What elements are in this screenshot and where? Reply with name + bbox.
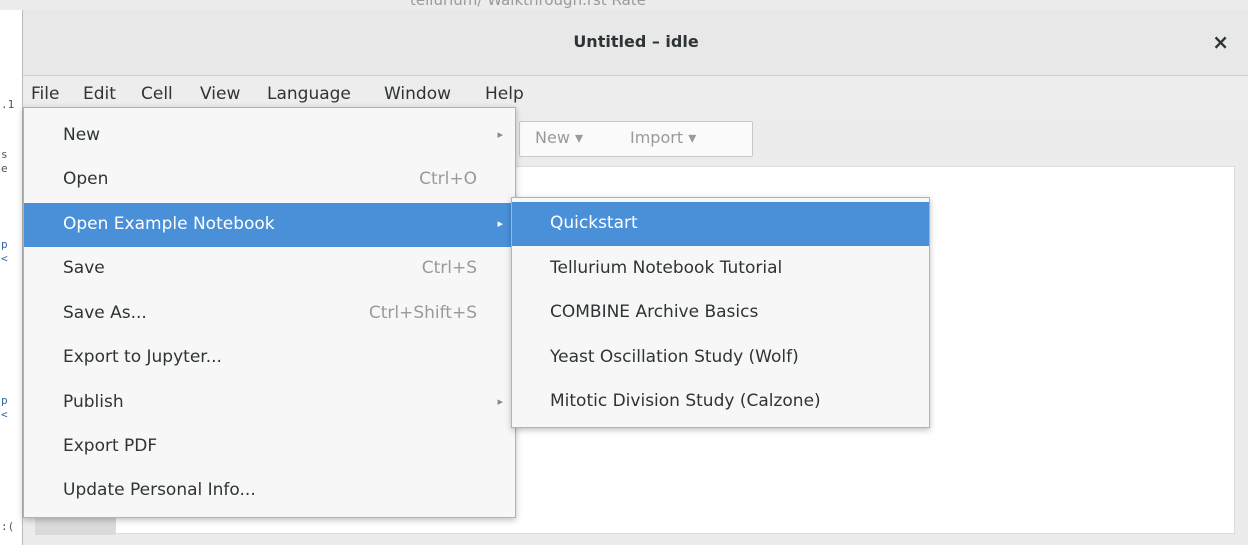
submenu-item-quickstart[interactable]: Quickstart (512, 202, 929, 246)
menu-item-label: Open Example Notebook (63, 214, 275, 234)
submenu-item-mitotic-division[interactable]: Mitotic Division Study (Calzone) (512, 380, 929, 424)
menu-item-label: Update Personal Info... (63, 480, 256, 500)
background-glyph: p (1, 394, 8, 407)
menu-item-label: Export PDF (63, 436, 158, 456)
submenu-arrow-icon: ▸ (497, 395, 503, 408)
submenu-arrow-icon: ▸ (497, 217, 503, 230)
menu-item-export-pdf[interactable]: Export PDF (24, 425, 515, 469)
menu-item-shortcut: Ctrl+Shift+S (368, 303, 477, 323)
menu-edit[interactable]: Edit (83, 84, 116, 104)
menu-item-save[interactable]: Save Ctrl+S (24, 247, 515, 291)
menu-language[interactable]: Language (267, 84, 351, 104)
background-window-strip: tellurium/ Walkthrough.rst Rate (0, 0, 1248, 10)
new-dropdown-button[interactable]: New ▾ (535, 128, 583, 147)
title-bar[interactable]: Untitled – idle × (23, 10, 1248, 76)
menu-item-open[interactable]: Open Ctrl+O (24, 158, 515, 202)
background-glyph: :( (1, 520, 15, 533)
import-dropdown-button[interactable]: Import ▾ (630, 128, 696, 147)
menu-item-label: Export to Jupyter... (63, 347, 222, 367)
menu-item-export-to-jupyter[interactable]: Export to Jupyter... (24, 336, 515, 380)
menu-cell[interactable]: Cell (141, 84, 173, 104)
menu-view[interactable]: View (200, 84, 240, 104)
menu-window[interactable]: Window (384, 84, 451, 104)
menu-item-label: Save As... (63, 303, 147, 323)
menu-item-update-personal-info[interactable]: Update Personal Info... (24, 469, 515, 513)
menu-item-label: Save (63, 258, 105, 278)
background-glyph: s (1, 148, 8, 161)
submenu-item-label: Tellurium Notebook Tutorial (550, 258, 783, 278)
menu-item-shortcut: Ctrl+S (421, 258, 477, 278)
menu-item-new[interactable]: New ▸ (24, 114, 515, 158)
menu-item-label: Publish (63, 392, 124, 412)
menu-item-publish[interactable]: Publish ▸ (24, 381, 515, 425)
submenu-item-tellurium-tutorial[interactable]: Tellurium Notebook Tutorial (512, 247, 929, 291)
menu-item-shortcut: Ctrl+O (419, 169, 477, 189)
example-notebook-submenu: Quickstart Tellurium Notebook Tutorial C… (511, 197, 930, 428)
background-glyph: p (1, 238, 8, 251)
menu-help[interactable]: Help (485, 84, 524, 104)
toolbar-button-group: New ▾ Import ▾ (519, 121, 753, 157)
window-title: Untitled – idle (573, 32, 699, 51)
background-glyph: < (1, 252, 8, 265)
file-menu-dropdown: New ▸ Open Ctrl+O Open Example Notebook … (23, 107, 516, 518)
menu-file[interactable]: File (31, 84, 59, 104)
background-editor-margin: .1 s e p < p < :( (0, 10, 22, 545)
menu-item-save-as[interactable]: Save As... Ctrl+Shift+S (24, 292, 515, 336)
submenu-item-label: COMBINE Archive Basics (550, 302, 759, 322)
submenu-item-label: Mitotic Division Study (Calzone) (550, 391, 821, 411)
background-glyph: e (1, 162, 8, 175)
submenu-item-label: Yeast Oscillation Study (Wolf) (550, 347, 799, 367)
background-glyph: < (1, 408, 8, 421)
menu-item-label: Open (63, 169, 109, 189)
submenu-item-yeast-oscillation[interactable]: Yeast Oscillation Study (Wolf) (512, 336, 929, 380)
menu-item-label: New (63, 125, 101, 145)
close-icon[interactable]: × (1212, 30, 1229, 54)
background-window-text: tellurium/ Walkthrough.rst Rate (410, 0, 646, 9)
submenu-item-combine-archive[interactable]: COMBINE Archive Basics (512, 291, 929, 335)
submenu-item-label: Quickstart (550, 213, 638, 233)
background-glyph: .1 (1, 98, 15, 111)
submenu-arrow-icon: ▸ (497, 128, 503, 141)
menu-item-open-example-notebook[interactable]: Open Example Notebook ▸ (24, 203, 515, 247)
